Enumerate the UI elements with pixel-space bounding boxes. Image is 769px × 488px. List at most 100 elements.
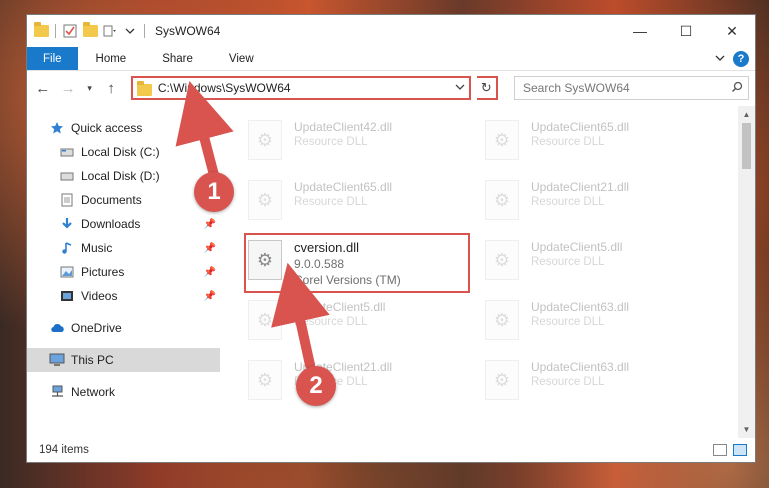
file-description: Resource DLL	[531, 256, 605, 268]
sidebar-item-local-disk-c[interactable]: Local Disk (C:)	[27, 140, 220, 164]
properties-icon[interactable]	[62, 23, 78, 39]
details-view-icon[interactable]	[713, 444, 727, 456]
computer-icon	[49, 352, 65, 368]
sidebar-item-label: This PC	[71, 353, 114, 367]
item-count: 194 items	[39, 444, 89, 456]
title-bar: SysWOW64 — ☐ ✕	[27, 15, 755, 47]
sidebar-item-network[interactable]: Network	[27, 380, 220, 404]
scroll-up-icon[interactable]: ▲	[738, 106, 755, 123]
file-name: UpdateClient5.dll	[531, 240, 623, 254]
address-path[interactable]: C:\Windows\SysWOW64	[158, 81, 291, 95]
sidebar-item-quick-access[interactable]: Quick access	[27, 116, 220, 140]
scroll-down-icon[interactable]: ▼	[738, 421, 755, 438]
new-folder-icon[interactable]	[82, 22, 98, 39]
folder-icon[interactable]	[33, 22, 49, 39]
file-description: Resource DLL	[294, 196, 368, 208]
search-placeholder: Search SysWOW64	[523, 81, 630, 95]
sidebar-item-label: Local Disk (C:)	[81, 145, 160, 159]
customize-qa-icon[interactable]	[102, 23, 118, 39]
sidebar-item-local-disk-d[interactable]: Local Disk (D:)	[27, 164, 220, 188]
navigation-pane: Quick access Local Disk (C:) Local Disk …	[27, 106, 220, 438]
sidebar-item-label: Videos	[81, 289, 118, 303]
expand-ribbon-icon[interactable]	[715, 52, 725, 66]
help-icon[interactable]: ?	[733, 50, 749, 67]
scroll-thumb[interactable]	[742, 123, 751, 169]
back-arrow-icon[interactable]: ←	[33, 80, 52, 97]
dll-file-icon: ⚙	[485, 360, 519, 400]
ribbon-tabs: File Home Share View ?	[27, 47, 755, 71]
drive-icon	[59, 168, 75, 184]
file-explorer-window: SysWOW64 — ☐ ✕ File Home Share View ? ← …	[26, 14, 756, 463]
vertical-scrollbar[interactable]: ▲ ▼	[738, 106, 755, 438]
sidebar-item-this-pc[interactable]: This PC	[27, 348, 220, 372]
sidebar-item-videos[interactable]: Videos 📌	[27, 284, 220, 308]
search-input[interactable]: Search SysWOW64	[514, 76, 750, 100]
file-description: Resource DLL	[294, 136, 368, 148]
videos-icon	[59, 288, 75, 304]
sidebar-item-label: Music	[81, 241, 113, 255]
window-controls: — ☐ ✕	[617, 15, 755, 47]
status-bar: 194 items	[27, 438, 755, 462]
pin-icon[interactable]: 📌	[204, 267, 216, 278]
dll-file-icon: ⚙	[248, 360, 282, 400]
highlight-box	[244, 233, 470, 293]
file-name: UpdateClient65.dll	[531, 120, 630, 134]
file-description: Resource DLL	[294, 316, 368, 328]
minimize-button[interactable]: —	[617, 15, 663, 47]
address-folder-icon	[136, 80, 152, 96]
documents-icon	[59, 192, 75, 208]
drive-icon	[59, 144, 75, 160]
step-badge-2: 2	[296, 366, 336, 406]
search-icon[interactable]	[726, 81, 748, 96]
tab-home[interactable]: Home	[78, 47, 145, 70]
forward-arrow-icon[interactable]: →	[58, 80, 77, 97]
music-icon	[59, 240, 75, 256]
sidebar-item-pictures[interactable]: Pictures 📌	[27, 260, 220, 284]
tab-share[interactable]: Share	[144, 47, 211, 70]
file-name: UpdateClient63.dll	[531, 360, 630, 374]
tab-view[interactable]: View	[211, 47, 272, 70]
sidebar-item-downloads[interactable]: Downloads 📌	[27, 212, 220, 236]
file-tile[interactable]: ⚙ UpdateClient63.dll Resource DLL	[485, 296, 705, 348]
file-tile[interactable]: ⚙ UpdateClient21.dllResource DLL	[485, 176, 705, 228]
navigation-bar: ← → ▾ ↑ C:\Windows\SysWOW64 ↻ Search Sys…	[27, 71, 755, 105]
tab-file[interactable]: File	[27, 47, 78, 70]
address-dropdown-icon[interactable]	[451, 82, 469, 95]
sidebar-item-label: OneDrive	[71, 321, 122, 335]
file-description: Resource DLL	[531, 136, 605, 148]
sidebar-item-label: Pictures	[81, 265, 125, 279]
file-tile[interactable]: ⚙ UpdateClient5.dll Resource DLL	[485, 236, 705, 288]
up-arrow-icon[interactable]: ↑	[101, 80, 120, 97]
dll-file-icon: ⚙	[248, 180, 282, 220]
sidebar-item-label: Quick access	[71, 121, 143, 135]
sidebar-item-onedrive[interactable]: OneDrive	[27, 316, 220, 340]
sidebar-item-documents[interactable]: Documents 📌	[27, 188, 220, 212]
tiles-view-icon[interactable]	[733, 444, 747, 456]
downloads-icon	[59, 216, 75, 232]
file-tile[interactable]: ⚙ UpdateClient65.dll Resource DLL	[248, 176, 468, 228]
recent-locations-icon[interactable]: ▾	[84, 83, 96, 94]
address-bar[interactable]: C:\Windows\SysWOW64	[130, 76, 471, 100]
pin-icon[interactable]: 📌	[204, 243, 216, 254]
pin-icon[interactable]: 📌	[204, 219, 216, 230]
close-button[interactable]: ✕	[709, 15, 755, 47]
sidebar-item-music[interactable]: Music 📌	[27, 236, 220, 260]
dll-file-icon: ⚙	[248, 120, 282, 160]
file-description: Resource DLL	[531, 376, 605, 388]
sidebar-item-label: Downloads	[81, 217, 141, 231]
file-name: UpdateClient5.dll	[294, 300, 386, 314]
file-name: UpdateClient63.dll	[531, 300, 630, 314]
sidebar-item-label: Documents	[81, 193, 142, 207]
file-tile[interactable]: ⚙ UpdateClient42.dll Resource DLL	[248, 116, 468, 168]
maximize-button[interactable]: ☐	[663, 15, 709, 47]
file-tile[interactable]: ⚙ UpdateClient65.dll Resource DLL	[485, 116, 705, 168]
file-tile[interactable]: ⚙ UpdateClient63.dll Resource DLL	[485, 356, 705, 408]
refresh-button[interactable]: ↻	[476, 76, 498, 100]
qa-dropdown-icon[interactable]	[122, 23, 138, 39]
pin-icon[interactable]: 📌	[204, 291, 216, 302]
file-name: UpdateClient65.dll	[294, 180, 393, 194]
quick-access-toolbar	[33, 22, 138, 39]
file-tile[interactable]: ⚙ UpdateClient5.dll Resource DLL	[248, 296, 468, 348]
sidebar-item-label: Network	[71, 385, 116, 399]
file-tile[interactable]: ⚙ UpdateClient21.dllResource DLL	[248, 356, 468, 408]
